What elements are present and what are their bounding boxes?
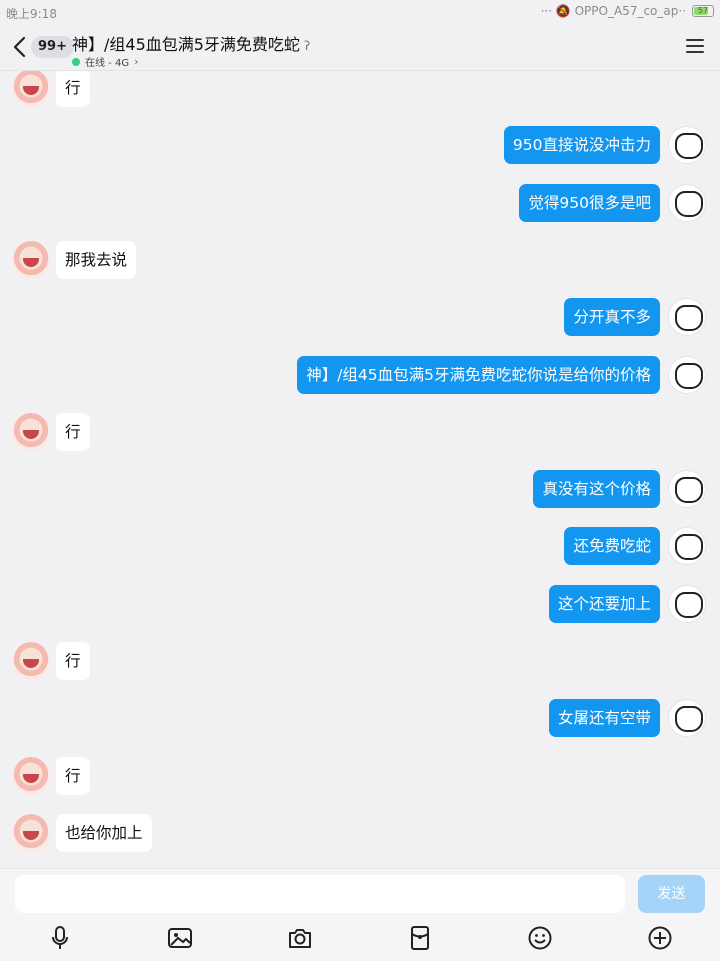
input-bar: 发送 — [0, 868, 720, 961]
chat-header: 99+ 神】/组45血包满5牙满免费吃蛇 ʔ 在线 - 4G › — [0, 24, 720, 71]
message-row: 行 — [12, 413, 90, 451]
my-avatar[interactable] — [668, 356, 706, 394]
sent-message-bubble[interactable]: 女屠还有空带 — [548, 699, 660, 737]
contact-avatar[interactable] — [12, 757, 50, 795]
sent-message-bubble[interactable]: 真没有这个价格 — [533, 470, 660, 508]
plus-icon[interactable] — [647, 925, 673, 951]
message-row: 那我去说 — [12, 241, 137, 279]
message-input[interactable] — [15, 875, 625, 913]
chevron-right-icon: › — [134, 55, 139, 68]
message-row: 觉得950很多是吧 — [519, 184, 706, 222]
message-row: 分开真不多 — [564, 298, 706, 336]
sent-message-bubble[interactable]: 觉得950很多是吧 — [519, 184, 660, 222]
my-avatar[interactable] — [668, 527, 706, 565]
message-row: 神】/组45血包满5牙满免费吃蛇你说是给你的价格 — [297, 356, 706, 394]
message-row: 真没有这个价格 — [533, 470, 706, 508]
microphone-icon[interactable] — [47, 925, 73, 951]
contact-avatar[interactable] — [12, 642, 50, 680]
message-row: 也给你加上 — [12, 814, 152, 852]
received-message-bubble[interactable]: 那我去说 — [56, 241, 137, 279]
send-button[interactable]: 发送 — [638, 875, 705, 913]
contact-avatar[interactable] — [12, 413, 50, 451]
sent-message-bubble[interactable]: 950直接说没冲击力 — [503, 126, 660, 164]
my-avatar[interactable] — [668, 470, 706, 508]
chat-title[interactable]: 神】/组45血包满5牙满免费吃蛇 ʔ — [72, 31, 310, 55]
menu-icon[interactable] — [686, 39, 704, 53]
message-row: 行 — [12, 757, 90, 795]
camera-icon[interactable] — [287, 925, 313, 951]
ear-icon: ʔ — [303, 39, 311, 53]
chat-title-text: 神】/组45血包满5牙满免费吃蛇 — [72, 35, 300, 54]
my-avatar[interactable] — [668, 298, 706, 336]
contact-avatar[interactable] — [12, 70, 50, 107]
status-bar: 晚上9:18 ··· 🔕 OPPO_A57_co_ap·· 57 — [0, 0, 720, 24]
message-list[interactable]: 行 950直接说没冲击力觉得950很多是吧那我去说分开真不多神】/组45血包满5牙… — [0, 70, 720, 868]
contact-avatar[interactable] — [12, 241, 50, 279]
message-row: 还免费吃蛇 — [564, 527, 706, 565]
received-message-bubble[interactable]: 行 — [56, 642, 90, 680]
sent-message-bubble[interactable]: 还免费吃蛇 — [564, 527, 660, 565]
online-dot-icon — [72, 57, 80, 66]
image-icon[interactable] — [167, 925, 193, 951]
message-row: 行 — [12, 642, 90, 680]
battery-icon: 57 — [692, 5, 714, 17]
received-message-bubble[interactable]: 行 — [56, 70, 90, 107]
message-row: 这个还要加上 — [548, 585, 706, 623]
status-right: ··· 🔕 OPPO_A57_co_ap·· 57 — [541, 4, 714, 18]
message-row: 行 — [12, 70, 90, 107]
emoji-icon[interactable] — [527, 925, 553, 951]
sent-message-bubble[interactable]: 神】/组45血包满5牙满免费吃蛇你说是给你的价格 — [297, 356, 660, 394]
sent-message-bubble[interactable]: 分开真不多 — [564, 298, 660, 336]
online-status[interactable]: 在线 - 4G › — [72, 54, 138, 69]
my-avatar[interactable] — [668, 126, 706, 164]
my-avatar[interactable] — [668, 699, 706, 737]
message-row: 950直接说没冲击力 — [503, 126, 706, 164]
message-row: 女屠还有空带 — [548, 699, 706, 737]
my-avatar[interactable] — [668, 184, 706, 222]
received-message-bubble[interactable]: 行 — [56, 757, 90, 795]
toolbar — [0, 921, 720, 957]
unread-badge[interactable]: 99+ — [31, 36, 74, 58]
battery-level: 57 — [697, 6, 709, 15]
online-status-text: 在线 - 4G — [85, 58, 130, 69]
status-network-text: ··· 🔕 OPPO_A57_co_ap·· — [540, 4, 686, 18]
contact-avatar[interactable] — [12, 814, 50, 852]
my-avatar[interactable] — [668, 585, 706, 623]
received-message-bubble[interactable]: 也给你加上 — [56, 814, 152, 852]
status-time: 晚上9:18 — [6, 7, 57, 21]
sent-message-bubble[interactable]: 这个还要加上 — [548, 585, 660, 623]
back-arrow-icon[interactable] — [10, 34, 30, 60]
red-packet-icon[interactable] — [407, 925, 433, 951]
received-message-bubble[interactable]: 行 — [56, 413, 90, 451]
